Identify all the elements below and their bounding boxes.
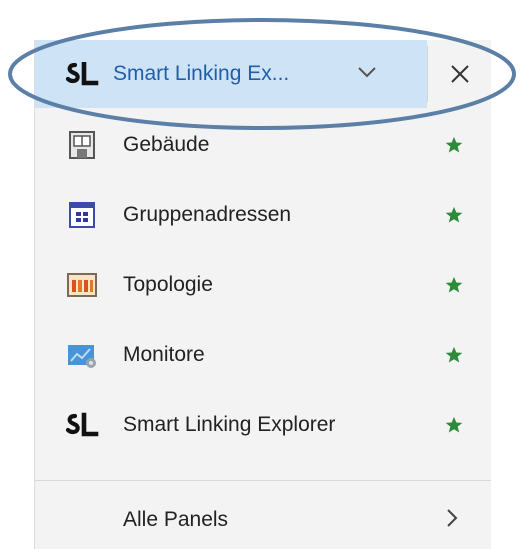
favorite-star-icon[interactable]	[445, 136, 463, 154]
building-icon	[65, 130, 99, 160]
panel-header: Smart Linking Ex...	[35, 40, 491, 108]
panel-item-smart-linking-explorer[interactable]: Smart Linking Explorer	[35, 390, 491, 460]
panel-item-monitore[interactable]: Monitore	[35, 320, 491, 390]
panel-item-gebaeude[interactable]: Gebäude	[35, 110, 491, 180]
panel-selector-dropdown[interactable]: Smart Linking Ex...	[35, 40, 427, 108]
panel-item-label: Gebäude	[123, 133, 210, 156]
favorite-star-icon[interactable]	[445, 206, 463, 224]
favorite-star-icon[interactable]	[445, 346, 463, 364]
group-addresses-icon	[65, 200, 99, 230]
selected-panel-label: Smart Linking Ex...	[113, 62, 290, 85]
all-panels-label: Alle Panels	[123, 508, 229, 531]
close-icon	[450, 65, 469, 83]
menu-separator	[35, 480, 491, 481]
smart-linking-logo-icon	[65, 410, 99, 440]
monitor-icon	[65, 340, 99, 370]
topology-icon	[65, 270, 99, 300]
smart-linking-logo-icon	[65, 62, 99, 86]
panel-menu: Smart Linking Ex... Gebäude Gruppenadres…	[34, 40, 491, 549]
chevron-right-icon	[447, 509, 458, 527]
favorite-star-icon[interactable]	[445, 276, 463, 294]
panel-item-label: Gruppenadressen	[123, 203, 292, 226]
panel-item-label: Topologie	[123, 273, 213, 296]
close-button[interactable]	[428, 40, 491, 108]
panel-item-label: Monitore	[123, 343, 205, 366]
panel-item-label: Smart Linking Explorer	[123, 413, 336, 436]
all-panels-menu-item[interactable]: Alle Panels	[35, 488, 491, 549]
panel-item-gruppenadressen[interactable]: Gruppenadressen	[35, 180, 491, 250]
panel-item-topologie[interactable]: Topologie	[35, 250, 491, 320]
chevron-down-icon	[358, 67, 376, 78]
screenshot-stage: Smart Linking Ex... Gebäude Gruppenadres…	[0, 0, 523, 549]
favorite-star-icon[interactable]	[445, 416, 463, 434]
